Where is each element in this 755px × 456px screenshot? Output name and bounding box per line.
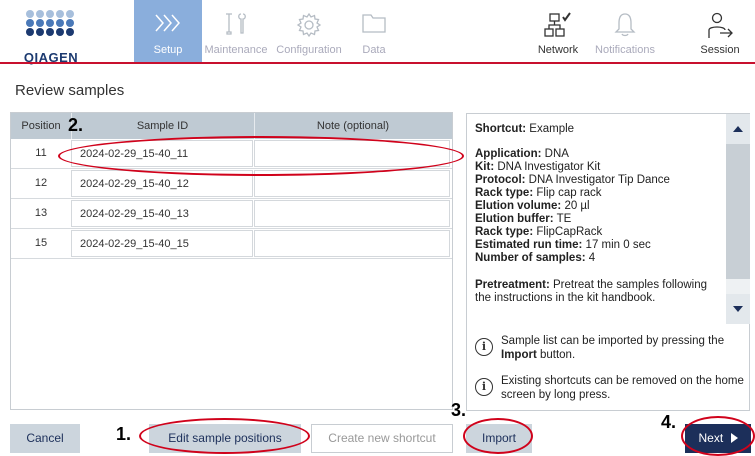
- nav-setup-label: Setup: [153, 44, 183, 56]
- nav-configuration[interactable]: Configuration: [270, 0, 348, 62]
- row-position: 15: [34, 237, 48, 249]
- table-row: 13 2024-02-29_15-40_13: [11, 199, 452, 229]
- qiagen-logo: QIAGEN: [12, 10, 90, 70]
- logo-dots: [26, 10, 76, 44]
- nav-network-label: Network: [537, 44, 579, 56]
- protocol-line: Protocol: DNA Investigator Tip Dance: [475, 174, 670, 186]
- arrow-up-icon: [733, 126, 743, 132]
- info-scrollbar[interactable]: [726, 114, 750, 324]
- top-bar: QIAGEN Setup Maintenance Configuration D…: [0, 0, 755, 65]
- import-button[interactable]: Import: [466, 424, 532, 453]
- arrow-down-icon: [733, 306, 743, 312]
- nav-maintenance-label: Maintenance: [204, 44, 268, 56]
- sample-id-field[interactable]: 2024-02-29_15-40_15: [71, 230, 253, 257]
- note-field[interactable]: [254, 140, 450, 167]
- nav-session-label: Session: [700, 44, 740, 56]
- header-position: Position: [21, 120, 61, 132]
- protocol-info-panel: Shortcut: Example Application: DNA Kit: …: [466, 113, 750, 411]
- note-field[interactable]: [254, 230, 450, 257]
- pretreatment-line: Pretreatment: Pretreat the samples follo…: [475, 279, 708, 304]
- shortcut-line: Shortcut: Example: [475, 123, 575, 135]
- gear-icon: [296, 12, 322, 38]
- annotation-number-3: 3.: [451, 400, 467, 420]
- sample-id-field[interactable]: 2024-02-29_15-40_12: [71, 170, 253, 197]
- create-shortcut-button[interactable]: Create new shortcut: [311, 424, 453, 453]
- network-icon: [544, 12, 571, 37]
- shortcut-tip: i Existing shortcuts can be removed on t…: [475, 374, 747, 402]
- table-row: 15 2024-02-29_15-40_15: [11, 229, 452, 259]
- elution-volume-line: Elution volume: 20 µl: [475, 200, 590, 212]
- kit-line: Kit: DNA Investigator Kit: [475, 161, 601, 173]
- sample-id-field[interactable]: 2024-02-29_15-40_13: [71, 200, 253, 227]
- folder-icon: [362, 14, 386, 33]
- scroll-down-button[interactable]: [726, 294, 750, 324]
- nav-data[interactable]: Data: [348, 0, 400, 62]
- rack-type-line: Rack type: Flip cap rack: [475, 187, 602, 199]
- nav-configuration-label: Configuration: [276, 44, 342, 56]
- table-row: 11 2024-02-29_15-40_11: [11, 139, 452, 169]
- table-row: 12 2024-02-29_15-40_12: [11, 169, 452, 199]
- play-arrow-icon: [730, 433, 738, 443]
- next-button-label: Next: [698, 431, 724, 445]
- page-title: Review samples: [15, 82, 125, 99]
- cancel-button[interactable]: Cancel: [10, 424, 80, 453]
- info-icon: i: [475, 378, 493, 396]
- row-position: 13: [34, 207, 48, 219]
- annotation-number-2: 2.: [68, 115, 84, 135]
- edit-sample-positions-button[interactable]: Edit sample positions: [149, 424, 301, 453]
- header-sample-id: Sample ID: [136, 120, 189, 132]
- next-button[interactable]: Next: [685, 424, 751, 453]
- info-icon: i: [475, 338, 493, 356]
- header-note: Note (optional): [316, 120, 390, 132]
- rack-type-line-2: Rack type: FlipCapRack: [475, 226, 603, 238]
- run-time-line: Estimated run time: 17 min 0 sec: [475, 239, 651, 251]
- elution-buffer-line: Elution buffer: TE: [475, 213, 572, 225]
- nav-network[interactable]: Network: [528, 0, 588, 62]
- note-field[interactable]: [254, 200, 450, 227]
- row-position: 11: [35, 147, 47, 159]
- row-position: 12: [34, 177, 48, 189]
- nav-maintenance[interactable]: Maintenance: [202, 0, 270, 62]
- protocol-details[interactable]: Shortcut: Example Application: DNA Kit: …: [467, 114, 725, 324]
- bell-icon: [614, 13, 636, 37]
- annotation-number-1: 1.: [116, 424, 132, 444]
- annotation-number-4: 4.: [661, 412, 677, 432]
- logo-underline: [0, 62, 12, 64]
- nav-notifications-label: Notifications: [595, 44, 655, 56]
- scroll-up-button[interactable]: [726, 114, 750, 144]
- nav-setup[interactable]: Setup: [134, 0, 202, 62]
- nav-notifications[interactable]: Notifications: [588, 0, 662, 62]
- sample-id-field[interactable]: 2024-02-29_15-40_11: [71, 140, 253, 167]
- scroll-thumb[interactable]: [726, 144, 750, 279]
- header-divider: [0, 62, 755, 64]
- import-tip: i Sample list can be imported by pressin…: [475, 334, 747, 362]
- samples-table: Position Sample ID Note (optional) 11 20…: [10, 112, 453, 410]
- nav-session[interactable]: Session: [690, 0, 750, 62]
- user-logout-icon: [708, 12, 733, 38]
- nav-data-label: Data: [362, 44, 386, 56]
- chevrons-right-icon: [155, 14, 180, 32]
- num-samples-line: Number of samples: 4: [475, 252, 596, 264]
- application-line: Application: DNA: [475, 148, 569, 160]
- tools-icon: [226, 13, 246, 35]
- note-field[interactable]: [254, 170, 450, 197]
